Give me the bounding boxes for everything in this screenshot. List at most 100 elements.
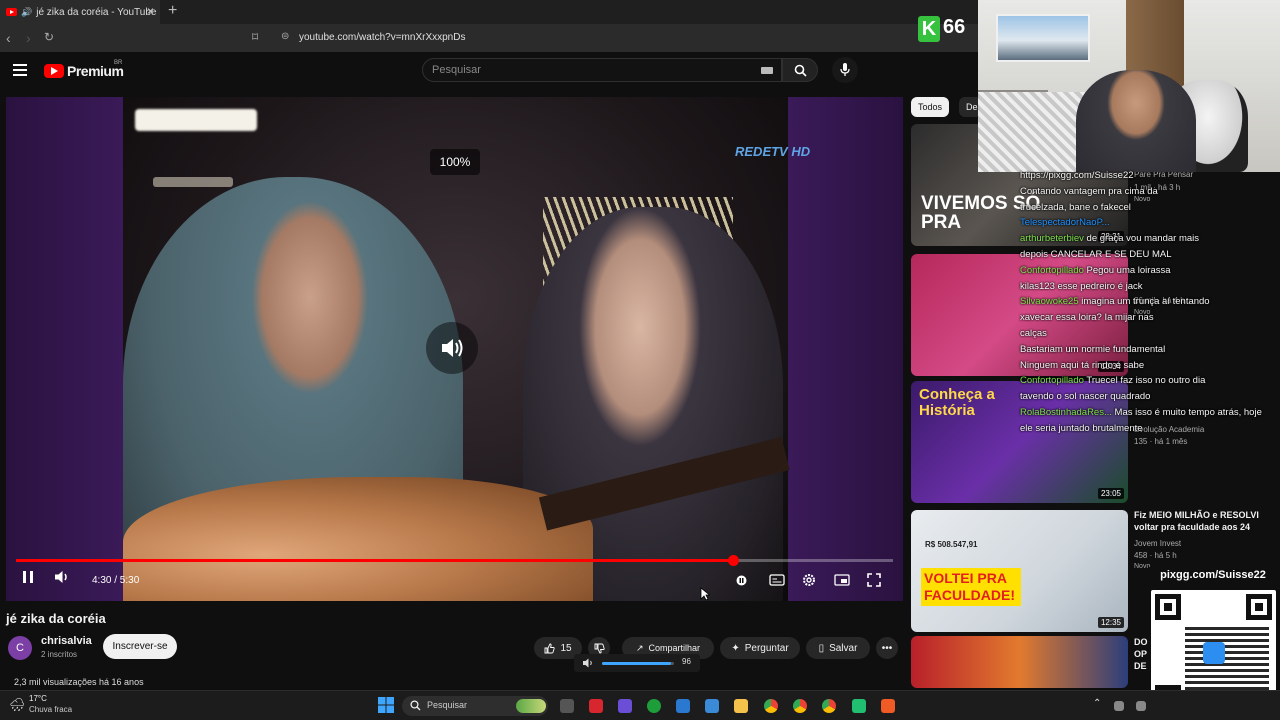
task-view-icon[interactable] [560,699,574,713]
theater-mode-icon [834,574,850,586]
mute-button[interactable] [54,570,70,587]
tray-icon[interactable] [1114,701,1124,711]
back-icon[interactable]: ‹ [6,30,11,46]
rec-title[interactable]: DO OP DE [1134,636,1148,672]
tray-icon-2[interactable] [1136,701,1146,711]
channel-name[interactable]: chrisalvia [41,635,92,647]
time-display: 4:30 / 5:30 [92,575,140,586]
rec-title[interactable]: Fiz MEIO MILHÃO e RESOLVI voltar pra fac… [1134,509,1262,533]
thumbs-up-icon [544,643,556,653]
autoplay-icon [736,575,747,586]
volume-value: 96 [682,657,691,666]
app-icon-red[interactable] [589,699,603,713]
hamburger-menu-icon[interactable] [13,64,27,76]
keyboard-icon[interactable] [761,67,773,74]
notepad-icon[interactable] [676,699,690,713]
chat-message: trucelzada, bane o fakecel [1020,200,1131,216]
url-field[interactable]: youtube.com/watch?v=mnXrXxxpnDs [299,32,465,43]
address-bar: ‹ › ↻ ⌑ ⊜ youtube.com/watch?v=mnXrXxxpnD… [0,24,980,52]
app-icon-green[interactable] [852,699,866,713]
brave-icon[interactable] [881,699,895,713]
volume-icon [55,571,67,583]
chat-text: calças [1020,328,1047,339]
chat-username: kilas123 [1020,280,1058,292]
chat-username: Confortopillado [1020,264,1087,276]
chat-message: RolaBostinhadaRes... Mas isso é muito te… [1020,405,1262,421]
browser-tabbar: 🔊 jé zika da coréia - YouTube × + [0,0,980,24]
donation-link: pixgg.com/Suisse22 [1148,567,1278,583]
video-player[interactable]: REDETV HD 100% 4:30 / 5:30 [6,97,903,601]
chat-text: Pegou uma loirassa [1086,264,1171,276]
video-border-right [788,97,903,601]
chat-text: Ninguem aqui tá rindo é sabe [1020,359,1145,371]
theater-mode-button[interactable] [834,574,850,589]
site-info-icon[interactable]: ⊜ [281,31,289,42]
progress-played [16,559,734,562]
search-placeholder: Pesquisar [432,64,481,76]
autoplay-toggle[interactable] [736,574,747,589]
weather-desc[interactable]: Chuva fraca [29,705,72,714]
gear-icon [803,574,815,586]
chat-message: Confortopillado Truecel faz isso no outr… [1020,373,1205,389]
subscribe-button[interactable]: Inscrever-se [103,634,177,659]
ask-button[interactable]: ✦ Perguntar [720,637,800,659]
rec-thumbnail-4[interactable]: R$ 508.547,91 VOLTEI PRA FACULDADE! 12:3… [911,510,1128,632]
taskbar-search[interactable]: Pesquisar [402,696,548,716]
save-button[interactable]: ▯ Salvar [806,637,870,659]
settings-button[interactable] [802,573,816,590]
chat-text: Contando vantagem pra cima da [1020,185,1158,197]
app-icon-purple[interactable] [618,699,632,713]
speaker-icon [583,658,592,668]
avatar[interactable]: C [8,636,32,660]
forward-icon[interactable]: › [26,30,31,46]
bookmark-icon[interactable]: ⌑ [252,30,258,44]
file-explorer-icon[interactable] [734,699,748,713]
xbox-icon[interactable] [647,699,661,713]
pause-button[interactable] [22,570,34,587]
chrome-icon[interactable] [764,699,778,713]
browser-tab[interactable]: 🔊 jé zika da coréia - YouTube × [0,0,160,24]
rec-channel[interactable]: Jovem Invest [1134,539,1181,548]
rec-channel[interactable]: Evolução Academia [1134,425,1204,434]
chat-message: xavecar essa loira? Ia mijar nas [1020,310,1154,326]
fullscreen-button[interactable] [867,573,881,590]
speaker-icon[interactable]: 🔊 [21,7,32,18]
chat-message: Contando vantagem pra cima da [1020,184,1158,200]
subscriber-count: 2 inscritos [41,650,78,659]
weather-icon[interactable]: 🌧 [9,697,26,713]
store-icon[interactable] [705,699,719,713]
chrome-icon-3[interactable] [822,699,836,713]
chrome-icon-2[interactable] [793,699,807,713]
microphone-icon [840,63,850,76]
subtitles-button[interactable] [769,574,785,589]
progress-bar[interactable] [16,555,893,566]
youtube-logo-icon[interactable] [44,64,64,78]
volume-popup[interactable]: 96 [574,654,700,672]
new-tab-icon[interactable]: + [168,2,177,20]
chat-text: Truecel faz isso no outro dia [1086,375,1206,387]
chip-all[interactable]: Todos [911,97,950,117]
ceiling-light-2 [153,177,233,187]
voice-search-button[interactable] [832,57,858,83]
close-icon[interactable]: × [147,4,154,18]
qr-finder [1246,594,1272,620]
tray-chevron-icon[interactable]: ⌃ [1093,698,1101,709]
ceiling-light [135,109,257,131]
chat-text: trucelzada, bane o fakecel [1020,201,1131,213]
taskbar-search-label: Pesquisar [427,700,468,710]
rec-thumbnail-5[interactable] [911,636,1128,688]
more-actions-button[interactable]: ••• [876,637,898,659]
temperature[interactable]: 17°C [29,694,47,703]
windows-start-icon[interactable] [378,697,394,718]
streamer-webcam [978,0,1280,172]
reload-icon[interactable]: ↻ [44,30,54,44]
volume-slider[interactable] [602,662,674,665]
search-button[interactable] [782,58,818,82]
search-icon [410,700,421,711]
rec-meta: 458 · há 5 h [1134,551,1177,560]
chat-message: calças [1020,326,1047,342]
windows-taskbar: 🌧 17°C Chuva fraca Pesquisar ⌃ [0,690,1280,720]
chat-message: TelespectadorNaoP... [1020,215,1110,231]
qr-finder [1155,594,1181,620]
search-input[interactable]: Pesquisar [422,58,782,82]
